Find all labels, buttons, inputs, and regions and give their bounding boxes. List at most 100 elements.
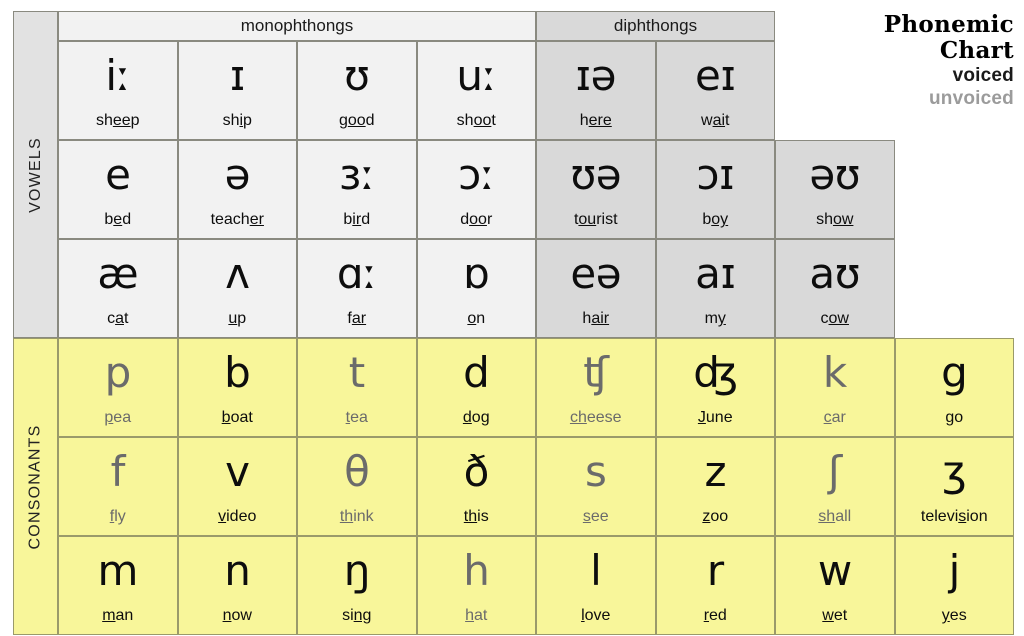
consonant-cell-z[interactable]: z zoo — [655, 437, 775, 536]
vowel-cell-aɪ[interactable]: aɪ my — [655, 239, 775, 338]
consonant-cell-k[interactable]: k car — [775, 338, 895, 437]
vowel-cell-ɑː[interactable]: ɑː far — [297, 239, 417, 338]
band-monophthongs-label: monophthongs — [240, 16, 354, 35]
example-word: ship — [222, 112, 252, 130]
phonemic-chart: Phonemic Chart voiced unvoiced monophtho… — [0, 0, 1024, 636]
vowel-cell-əʊ[interactable]: əʊ show — [775, 140, 895, 239]
example-word: teacher — [210, 211, 264, 229]
consonant-cell-m[interactable]: m man — [58, 536, 178, 635]
consonant-cell-ʤ[interactable]: ʤ June — [655, 338, 775, 437]
example-word: zoo — [702, 508, 729, 526]
example-word: shall — [818, 508, 852, 526]
vowel-cell-ɔː[interactable]: ɔː door — [416, 140, 536, 239]
vowel-cell-ʊə[interactable]: ʊə tourist — [536, 140, 656, 239]
example-word: love — [581, 607, 611, 625]
consonant-cell-b[interactable]: b boat — [177, 338, 297, 437]
phoneme-symbol: æ — [97, 248, 139, 298]
phoneme-symbol: l — [590, 545, 602, 595]
phoneme-symbol: e — [105, 149, 131, 199]
phoneme-symbol: ð — [463, 446, 490, 496]
example-word: red — [703, 607, 727, 625]
vowel-cell-uː[interactable]: uː shoot — [416, 41, 536, 140]
phoneme-symbol: f — [110, 446, 126, 496]
vowel-cell-ɔɪ[interactable]: ɔɪ boy — [655, 140, 775, 239]
consonant-cell-ʒ[interactable]: ʒ television — [894, 437, 1014, 536]
example-word: tea — [345, 409, 368, 427]
vowel-cell-æ[interactable]: æ cat — [58, 239, 178, 338]
phoneme-symbol: θ — [344, 446, 370, 496]
vowel-cell-ʊ[interactable]: ʊ good — [297, 41, 417, 140]
example-word: yes — [941, 607, 967, 625]
chart-title-line1: Phonemic — [883, 11, 1014, 38]
consonant-cell-j[interactable]: j yes — [894, 536, 1014, 635]
phoneme-symbol: aɪ — [695, 248, 736, 298]
consonant-cell-v[interactable]: v video — [177, 437, 297, 536]
example-word: video — [218, 508, 257, 526]
vowel-cell-ʌ[interactable]: ʌ up — [177, 239, 297, 338]
consonant-cell-t[interactable]: t tea — [297, 338, 417, 437]
phoneme-symbol: s — [585, 446, 607, 496]
phoneme-symbol: ɪə — [575, 50, 617, 100]
phoneme-symbol: g — [941, 347, 968, 397]
example-word: on — [467, 310, 486, 328]
consonant-cell-ð[interactable]: ð this — [416, 437, 536, 536]
phoneme-symbol: ʌ — [225, 248, 250, 298]
consonant-cell-w[interactable]: w wet — [775, 536, 895, 635]
phoneme-symbol: k — [822, 347, 847, 397]
phoneme-symbol: ə — [224, 149, 251, 199]
consonant-cell-ŋ[interactable]: ŋ sing — [297, 536, 417, 635]
vowel-cell-ɜː[interactable]: ɜː bird — [297, 140, 417, 239]
example-word: bed — [104, 211, 132, 229]
chart-title-line2: Chart — [939, 36, 1014, 64]
phoneme-symbol: əʊ — [809, 149, 861, 199]
vowel-cell-ə[interactable]: ə teacher — [177, 140, 297, 239]
example-word: cheese — [569, 409, 622, 427]
example-word: sheep — [95, 112, 140, 130]
section-label-consonants: CONSONANTS — [13, 338, 58, 635]
example-word: June — [697, 409, 733, 427]
consonant-cell-n[interactable]: n now — [177, 536, 297, 635]
section-label-vowels: VOWELS — [13, 11, 58, 338]
consonant-cell-d[interactable]: d dog — [416, 338, 536, 437]
phoneme-symbol: ɪ — [229, 50, 246, 100]
consonant-cell-p[interactable]: p pea — [58, 338, 178, 437]
vowel-cell-eə[interactable]: eə hair — [536, 239, 656, 338]
vowel-cell-e[interactable]: e bed — [58, 140, 178, 239]
phoneme-symbol: eə — [570, 248, 622, 298]
consonant-cell-r[interactable]: r red — [655, 536, 775, 635]
phoneme-symbol: ʊ — [344, 50, 370, 100]
consonant-cell-s[interactable]: s see — [536, 437, 656, 536]
vowel-cell-ɒ[interactable]: ɒ on — [416, 239, 536, 338]
phoneme-symbol: uː — [456, 50, 497, 100]
consonant-cell-g[interactable]: g go — [894, 338, 1014, 437]
example-word: dog — [462, 409, 490, 427]
vowel-cell-ɪ[interactable]: ɪ ship — [177, 41, 297, 140]
section-label-consonants-text: CONSONANTS — [26, 424, 44, 549]
example-word: door — [460, 211, 493, 229]
phoneme-symbol: r — [706, 545, 724, 595]
example-word: far — [347, 310, 367, 328]
example-word: tourist — [573, 211, 618, 229]
vowel-cell-ɪə[interactable]: ɪə here — [536, 41, 656, 140]
consonant-cell-ʧ[interactable]: ʧ cheese — [536, 338, 656, 437]
legend: Phonemic Chart voiced unvoiced — [814, 12, 1014, 110]
consonant-cell-l[interactable]: l love — [536, 536, 656, 635]
vowel-cell-iː[interactable]: iː sheep — [58, 41, 178, 140]
example-word: cat — [107, 310, 129, 328]
phoneme-symbol: ʤ — [693, 347, 738, 397]
phoneme-symbol: ɒ — [463, 248, 490, 298]
phoneme-symbol: m — [97, 545, 139, 595]
example-word: car — [823, 409, 846, 427]
vowel-cell-aʊ[interactable]: aʊ cow — [775, 239, 895, 338]
example-word: think — [339, 508, 374, 526]
phoneme-symbol: t — [348, 347, 365, 397]
consonant-cell-h[interactable]: h hat — [416, 536, 536, 635]
band-diphthongs-label: diphthongs — [613, 16, 698, 35]
consonant-cell-θ[interactable]: θ think — [297, 437, 417, 536]
consonant-cell-f[interactable]: f fly — [58, 437, 178, 536]
phoneme-symbol: n — [224, 545, 251, 595]
example-word: boat — [221, 409, 253, 427]
example-word: show — [816, 211, 854, 229]
vowel-cell-eɪ[interactable]: eɪ wait — [655, 41, 775, 140]
consonant-cell-ʃ[interactable]: ʃ shall — [775, 437, 895, 536]
